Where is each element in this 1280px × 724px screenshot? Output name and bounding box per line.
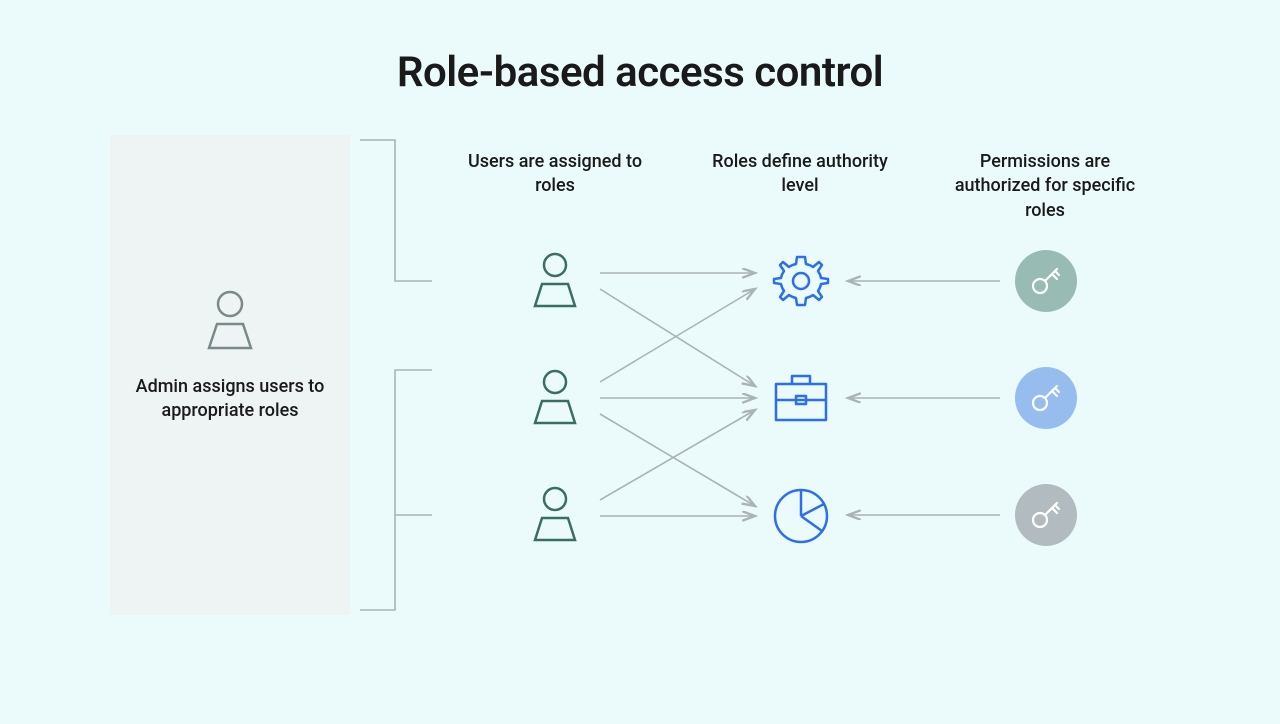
admin-panel: Admin assigns users to appropriate roles [110,135,350,615]
admin-caption: Admin assigns users to appropriate roles [110,375,350,424]
bracket-admin-users-23 [360,370,432,610]
diagram-title: Role-based access control [0,48,1280,97]
key-badge-blue [1015,367,1077,429]
arrow-user2-role3 [600,414,755,506]
column-header-permissions: Permissions are authorized for specific … [945,150,1145,223]
arrow-user2-role1 [600,289,755,382]
key-badge-green [1015,250,1077,312]
pie-chart-icon [770,485,832,547]
column-header-users: Users are assigned to roles [455,150,655,199]
column-header-roles: Roles define authority level [700,150,900,199]
arrow-user3-role2 [600,410,755,500]
arrow-user1-role2 [600,289,755,386]
user-icon-1 [522,252,588,310]
user-icon-3 [522,486,588,544]
user-icon-2 [522,369,588,427]
briefcase-icon [770,368,832,426]
admin-user-icon [195,290,265,352]
gear-icon [770,250,832,312]
bracket-admin-user-1 [360,140,432,281]
key-badge-gray [1015,484,1077,546]
